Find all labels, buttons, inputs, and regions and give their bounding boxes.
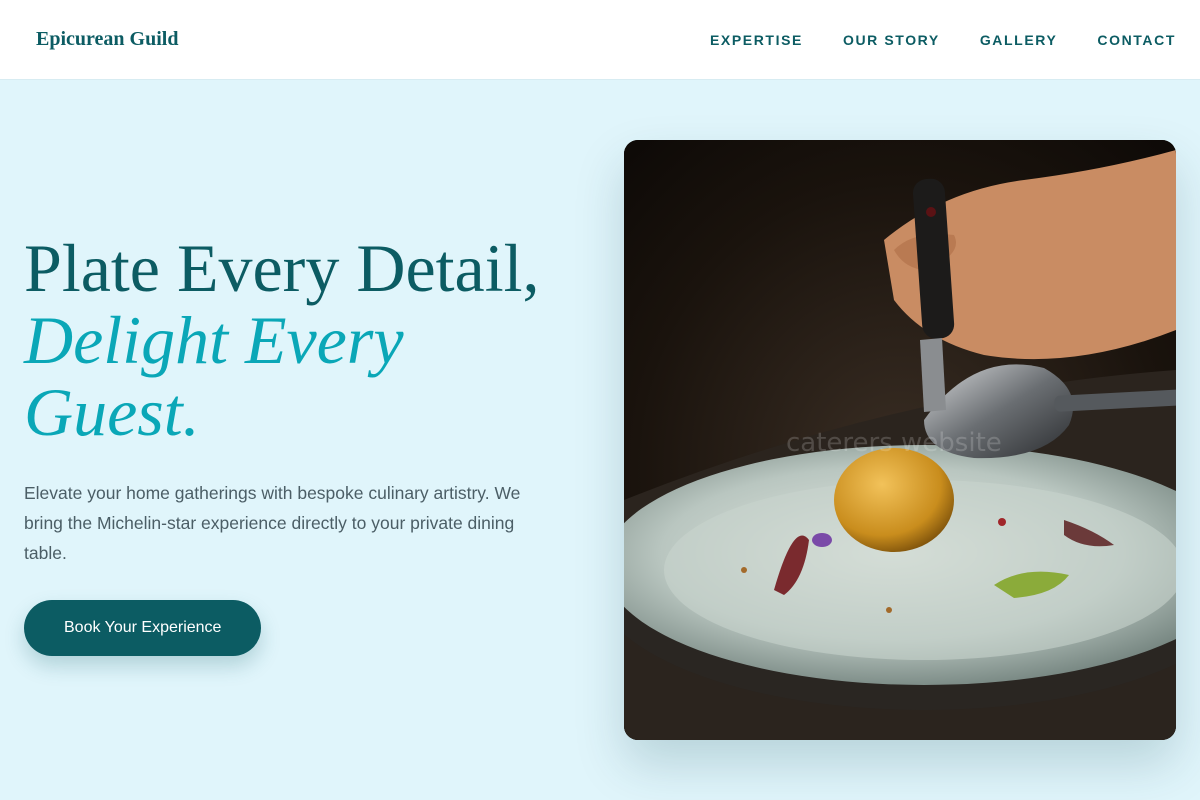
hero-section: Plate Every Detail, Delight Every Guest.… [24, 232, 584, 656]
nav-link-expertise[interactable]: EXPERTISE [710, 32, 803, 48]
hero-headline: Plate Every Detail, Delight Every Guest. [24, 232, 584, 448]
nav-link-contact[interactable]: CONTACT [1097, 32, 1176, 48]
hero-headline-line1: Plate Every Detail, [24, 230, 540, 306]
brand-logo[interactable]: Epicurean Guild [36, 28, 178, 51]
book-experience-button[interactable]: Book Your Experience [24, 600, 262, 656]
hero-photo: caterers website [624, 140, 1176, 740]
top-navbar: Epicurean Guild EXPERTISE OUR STORY GALL… [0, 0, 1200, 80]
nav-link-gallery[interactable]: GALLERY [980, 32, 1058, 48]
nav-link-our-story[interactable]: OUR STORY [843, 32, 940, 48]
hero-description: Elevate your home gatherings with bespok… [24, 483, 521, 563]
photo-watermark: caterers website [786, 428, 1002, 458]
main-nav: EXPERTISE OUR STORY GALLERY CONTACT [710, 32, 1176, 48]
hero-headline-line2: Delight Every Guest. [24, 302, 404, 450]
